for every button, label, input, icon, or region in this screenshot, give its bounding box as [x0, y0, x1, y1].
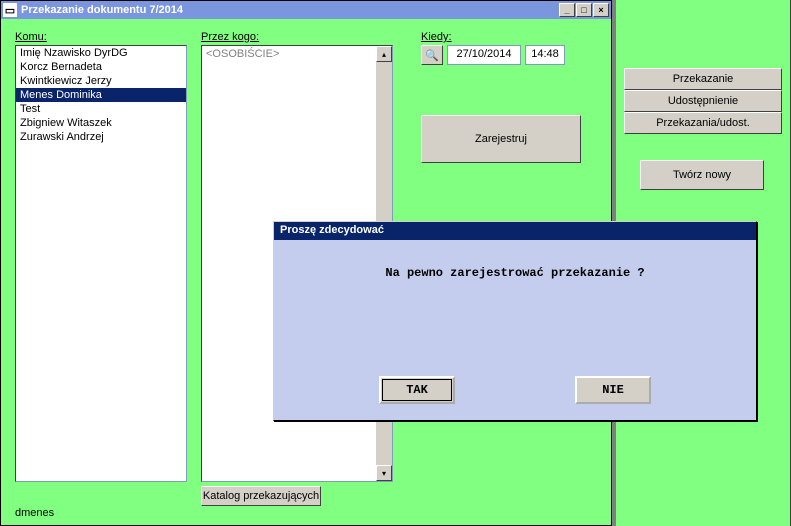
list-item[interactable]: Kwintkiewicz Jerzy [16, 74, 186, 88]
list-item[interactable]: Menes Dominika [16, 88, 186, 102]
przez-label: Przez kogo: [201, 31, 259, 43]
list-item[interactable]: Test [16, 102, 186, 116]
przekazania-udost-button[interactable]: Przekazania/udost. [624, 112, 782, 134]
minimize-button[interactable]: _ [559, 3, 575, 17]
katalog-button[interactable]: Katalog przekazujących [201, 486, 321, 506]
close-button[interactable]: × [593, 3, 609, 17]
calendar-icon[interactable]: 🔍 [421, 45, 443, 65]
kiedy-label: Kiedy: [421, 31, 452, 43]
tworz-nowy-button[interactable]: Twórz nowy [640, 160, 764, 190]
scroll-down-icon[interactable]: ▾ [376, 465, 392, 481]
zarejestruj-button[interactable]: Zarejestruj [421, 115, 581, 163]
scroll-up-icon[interactable]: ▴ [376, 46, 392, 62]
date-input[interactable]: 27/10/2014 [447, 45, 521, 65]
maximize-button[interactable]: □ [576, 3, 592, 17]
dialog-no-button[interactable]: NIE [575, 376, 651, 404]
time-input[interactable]: 14:48 [525, 45, 565, 65]
list-item[interactable]: Zurawski Andrzej [16, 130, 186, 144]
titlebar: ▭ Przekazanie dokumentu 7/2014 _ □ × [1, 1, 611, 19]
confirm-dialog: Proszę zdecydować Na pewno zarejestrować… [273, 221, 757, 421]
dialog-yes-button[interactable]: TAK [379, 376, 455, 404]
dialog-message: Na pewno zarejestrować przekazanie ? [294, 266, 736, 280]
list-item[interactable]: Imię Nzawisko DyrDG [16, 46, 186, 60]
komu-label: Komu: [15, 31, 47, 43]
przekazanie-button[interactable]: Przekazanie [624, 68, 782, 90]
status-text: dmenes [15, 507, 54, 519]
app-icon: ▭ [3, 3, 17, 17]
dialog-title: Proszę zdecydować [274, 222, 756, 240]
window-title: Przekazanie dokumentu 7/2014 [21, 4, 558, 16]
komu-listbox[interactable]: Imię Nzawisko DyrDGKorcz BernadetaKwintk… [15, 45, 187, 482]
list-item[interactable]: Zbigniew Witaszek [16, 116, 186, 130]
udostepnienie-button[interactable]: Udostępnienie [624, 90, 782, 112]
list-item[interactable]: Korcz Bernadeta [16, 60, 186, 74]
